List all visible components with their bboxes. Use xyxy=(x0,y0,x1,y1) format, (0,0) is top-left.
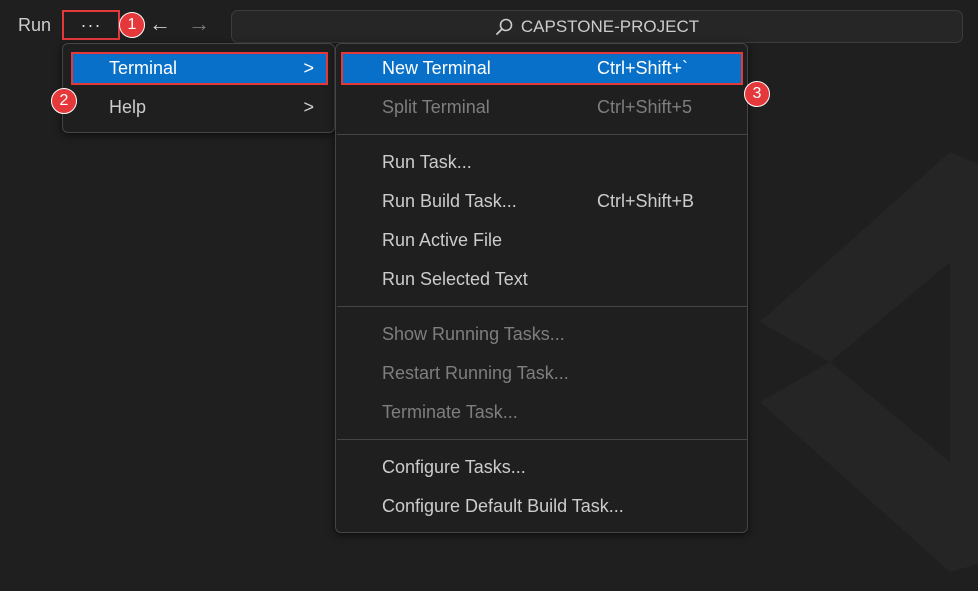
menu-item-label: Configure Default Build Task... xyxy=(382,496,624,516)
menu-item-label: Run Task... xyxy=(382,152,472,172)
keyboard-shortcut: Ctrl+Shift+5 xyxy=(597,97,693,117)
chevron-right-icon: > xyxy=(303,97,314,117)
menu-item-run-task[interactable]: Run Task... xyxy=(341,146,743,179)
menu-item-label: Help xyxy=(109,97,147,117)
menu-item-run-selected-text[interactable]: Run Selected Text xyxy=(341,263,743,296)
run-menu[interactable]: Run xyxy=(18,15,51,36)
menu-item-label: Split Terminal xyxy=(382,97,490,117)
menu-item-label: New Terminal xyxy=(382,58,491,78)
menu-item-label: Terminate Task... xyxy=(382,402,518,422)
callout-badge-3: 3 xyxy=(744,81,770,107)
search-icon xyxy=(495,18,513,36)
menu-separator xyxy=(337,439,747,440)
menu-item-label: Restart Running Task... xyxy=(382,363,569,383)
keyboard-shortcut: Ctrl+Shift+` xyxy=(597,58,689,78)
menu-item-run-build-task[interactable]: Run Build Task... Ctrl+Shift+B xyxy=(341,185,743,218)
menu-item-configure-tasks[interactable]: Configure Tasks... xyxy=(341,451,743,484)
menu-separator xyxy=(337,306,747,307)
menu-item-run-active-file[interactable]: Run Active File xyxy=(341,224,743,257)
command-center-search[interactable]: CAPSTONE-PROJECT xyxy=(231,10,963,43)
menu-item-show-running-tasks: Show Running Tasks... xyxy=(341,318,743,351)
ellipsis-icon: ··· xyxy=(80,14,102,35)
more-menu-button[interactable]: ··· xyxy=(62,10,120,40)
menu-item-label: Show Running Tasks... xyxy=(382,324,565,344)
menu-item-restart-running-task: Restart Running Task... xyxy=(341,357,743,390)
chevron-right-icon: > xyxy=(303,58,314,78)
menu-item-terminal[interactable]: Terminal > xyxy=(71,52,328,85)
menu-separator xyxy=(337,134,747,135)
callout-badge-2: 2 xyxy=(51,88,77,114)
menu-item-new-terminal[interactable]: New Terminal Ctrl+Shift+` xyxy=(341,52,743,85)
menu-item-split-terminal: Split Terminal Ctrl+Shift+5 xyxy=(341,91,743,124)
forward-arrow-icon[interactable]: → xyxy=(188,11,210,37)
menu-item-label: Configure Tasks... xyxy=(382,457,526,477)
back-arrow-icon[interactable]: ← xyxy=(149,11,171,37)
workspace-name: CAPSTONE-PROJECT xyxy=(520,16,700,36)
more-actions-menu: Terminal > Help > xyxy=(62,43,335,133)
menu-item-terminate-task: Terminate Task... xyxy=(341,396,743,429)
menu-item-label: Run Active File xyxy=(382,230,503,250)
menu-item-label: Run Selected Text xyxy=(382,269,528,289)
menu-item-help[interactable]: Help > xyxy=(71,91,328,124)
menu-item-label: Terminal xyxy=(109,58,178,78)
menu-item-configure-default-build-task[interactable]: Configure Default Build Task... xyxy=(341,490,743,523)
vscode-logo-watermark xyxy=(760,152,978,572)
callout-badge-1: 1 xyxy=(119,12,145,38)
keyboard-shortcut: Ctrl+Shift+B xyxy=(597,191,695,211)
terminal-submenu: New Terminal Ctrl+Shift+` Split Terminal… xyxy=(335,43,748,533)
menu-item-label: Run Build Task... xyxy=(382,191,517,211)
